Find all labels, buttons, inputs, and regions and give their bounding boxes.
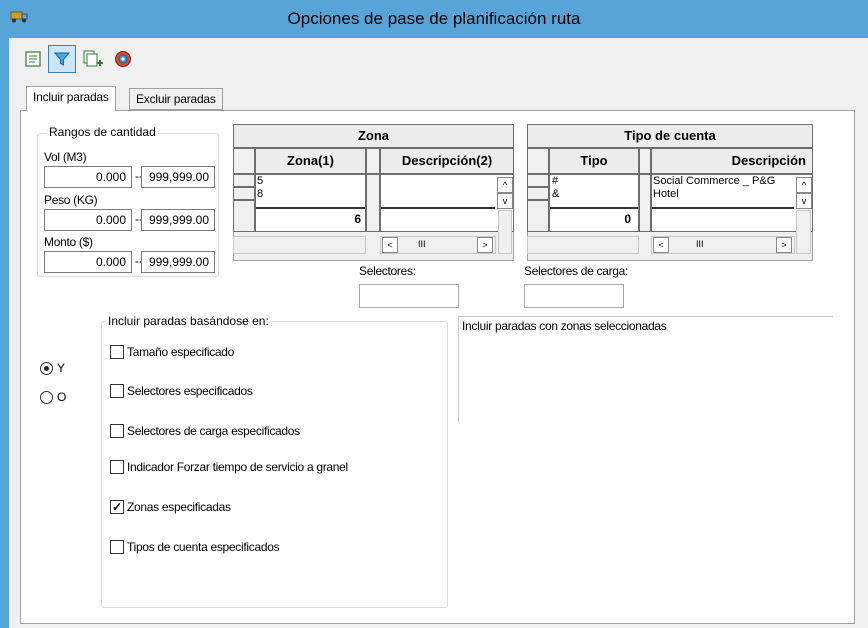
cuenta-row-header[interactable] bbox=[527, 187, 549, 200]
scroll-left-icon[interactable]: < bbox=[653, 237, 669, 253]
cuenta-col-sep bbox=[639, 148, 651, 174]
selectores-label: Selectores: bbox=[359, 264, 416, 278]
checkbox-tipos-cuenta[interactable] bbox=[110, 540, 124, 554]
checkbox-selectores-carga-label[interactable]: Selectores de carga especificados bbox=[127, 424, 300, 438]
scroll-right-icon[interactable]: > bbox=[776, 237, 792, 253]
cuenta-scroll-down-icon[interactable]: v bbox=[796, 193, 812, 209]
cuenta-row-header[interactable] bbox=[527, 174, 549, 187]
checkbox-zonas[interactable]: ✓ bbox=[110, 500, 124, 514]
checkbox-zonas-label[interactable]: Zonas especificadas bbox=[127, 500, 231, 514]
cuenta-vscroll[interactable] bbox=[796, 210, 811, 254]
zona-col-header[interactable]: Zona(1) bbox=[255, 148, 366, 174]
ranges-title: Rangos de cantidad bbox=[47, 125, 158, 139]
include-group-title: Incluir paradas basándose en: bbox=[106, 314, 271, 328]
peso-max-field[interactable]: 999,999.00 bbox=[141, 209, 215, 231]
cuenta-desc-cell[interactable]: Social Commerce _ P&G bbox=[653, 175, 795, 187]
monto-max-field[interactable]: 999,999.00 bbox=[141, 251, 215, 273]
checkbox-selectores-label[interactable]: Selectores especificados bbox=[127, 384, 253, 398]
scroll-right-icon[interactable]: > bbox=[477, 237, 493, 253]
tipo-cell[interactable]: & bbox=[552, 188, 559, 200]
scroll-thumb-icon[interactable]: III bbox=[418, 239, 426, 249]
toolbar bbox=[9, 38, 868, 80]
checkbox-selectores-carga[interactable] bbox=[110, 424, 124, 438]
zona-cell[interactable]: 8 bbox=[257, 188, 263, 200]
checkbox-selectores[interactable] bbox=[110, 384, 124, 398]
window-left-border bbox=[0, 38, 9, 628]
zona-total-line bbox=[256, 207, 365, 209]
cuenta-col-sep bbox=[639, 174, 651, 232]
settings-gear-icon[interactable] bbox=[110, 46, 136, 72]
descripcion-col-header[interactable]: Descripción(2) bbox=[380, 148, 514, 174]
scroll-left-icon[interactable]: < bbox=[382, 237, 398, 253]
zona-scroll-up-icon[interactable]: ^ bbox=[497, 177, 513, 193]
peso-min-field[interactable]: 0.000 bbox=[44, 209, 132, 231]
zona-hscroll[interactable] bbox=[233, 236, 366, 254]
vol-label: Vol (M3) bbox=[44, 150, 87, 164]
vol-max-field[interactable]: 999,999.00 bbox=[141, 166, 215, 188]
zona-row-header bbox=[233, 200, 255, 232]
list-icon[interactable] bbox=[20, 46, 46, 72]
zona-scroll-down-icon[interactable]: v bbox=[497, 193, 513, 209]
tipo-cell[interactable]: # bbox=[552, 175, 558, 187]
checkbox-forzar-tiempo[interactable] bbox=[110, 460, 124, 474]
selectores-carga-input[interactable] bbox=[524, 284, 624, 308]
zona-col-sep bbox=[366, 174, 380, 232]
zona-total: 6 bbox=[354, 212, 361, 226]
cuenta-scroll-up-icon[interactable]: ^ bbox=[796, 177, 812, 193]
radio-y-label[interactable]: Y bbox=[57, 361, 65, 375]
cuenta-grid-caption: Tipo de cuenta bbox=[527, 124, 813, 148]
radio-o[interactable] bbox=[40, 391, 53, 404]
selectores-input[interactable] bbox=[359, 284, 459, 308]
checkbox-tamano[interactable] bbox=[110, 345, 124, 359]
tipo-total-line bbox=[550, 207, 638, 209]
cuenta-desc-hscroll[interactable] bbox=[651, 236, 795, 254]
radio-y[interactable] bbox=[40, 362, 53, 375]
zona-row-header[interactable] bbox=[233, 174, 255, 187]
tipo-col-header[interactable]: Tipo bbox=[549, 148, 639, 174]
window-title: Opciones de pase de planificación ruta bbox=[287, 9, 581, 28]
zona-cell[interactable]: 5 bbox=[257, 175, 263, 187]
zona-grid-corner bbox=[233, 148, 255, 174]
monto-min-field[interactable]: 0.000 bbox=[44, 251, 132, 273]
zona-grid-caption: Zona bbox=[233, 124, 514, 148]
zona-col-sep bbox=[366, 148, 380, 174]
cuenta-descripcion-col-header[interactable]: Descripción bbox=[651, 148, 813, 174]
description-text: Incluir paradas con zonas seleccionadas bbox=[462, 319, 667, 333]
filter-icon[interactable] bbox=[48, 45, 76, 73]
zona-vscroll[interactable] bbox=[498, 210, 512, 254]
zona-row-header[interactable] bbox=[233, 187, 255, 200]
peso-label: Peso (KG) bbox=[44, 193, 98, 207]
cuenta-row-header bbox=[527, 200, 549, 232]
radio-o-label[interactable]: O bbox=[57, 390, 66, 404]
checkbox-forzar-tiempo-label[interactable]: Indicador Forzar tiempo de servicio a gr… bbox=[127, 460, 348, 474]
desc-total-line bbox=[381, 207, 495, 209]
cuenta-grid-corner bbox=[527, 148, 549, 174]
copy-add-icon[interactable] bbox=[80, 46, 106, 72]
tipo-hscroll[interactable] bbox=[527, 236, 639, 254]
vol-min-field[interactable]: 0.000 bbox=[44, 166, 132, 188]
descripcion-cells bbox=[380, 174, 514, 232]
checkbox-tamano-label[interactable]: Tamaño especificado bbox=[127, 345, 234, 359]
cuenta-desc-total-line bbox=[652, 207, 794, 209]
scroll-thumb-icon[interactable]: III bbox=[696, 239, 704, 249]
cuenta-desc-cell[interactable]: Hotel bbox=[653, 188, 679, 200]
checkbox-tipos-cuenta-label[interactable]: Tipos de cuenta especificados bbox=[127, 540, 280, 554]
tab-incluir-paradas[interactable]: Incluir paradas bbox=[26, 86, 116, 111]
monto-label: Monto ($) bbox=[44, 235, 93, 249]
selectores-carga-label: Selectores de carga: bbox=[524, 264, 629, 278]
tab-excluir-paradas[interactable]: Excluir paradas bbox=[129, 88, 223, 110]
cuenta-total: 0 bbox=[624, 212, 631, 226]
